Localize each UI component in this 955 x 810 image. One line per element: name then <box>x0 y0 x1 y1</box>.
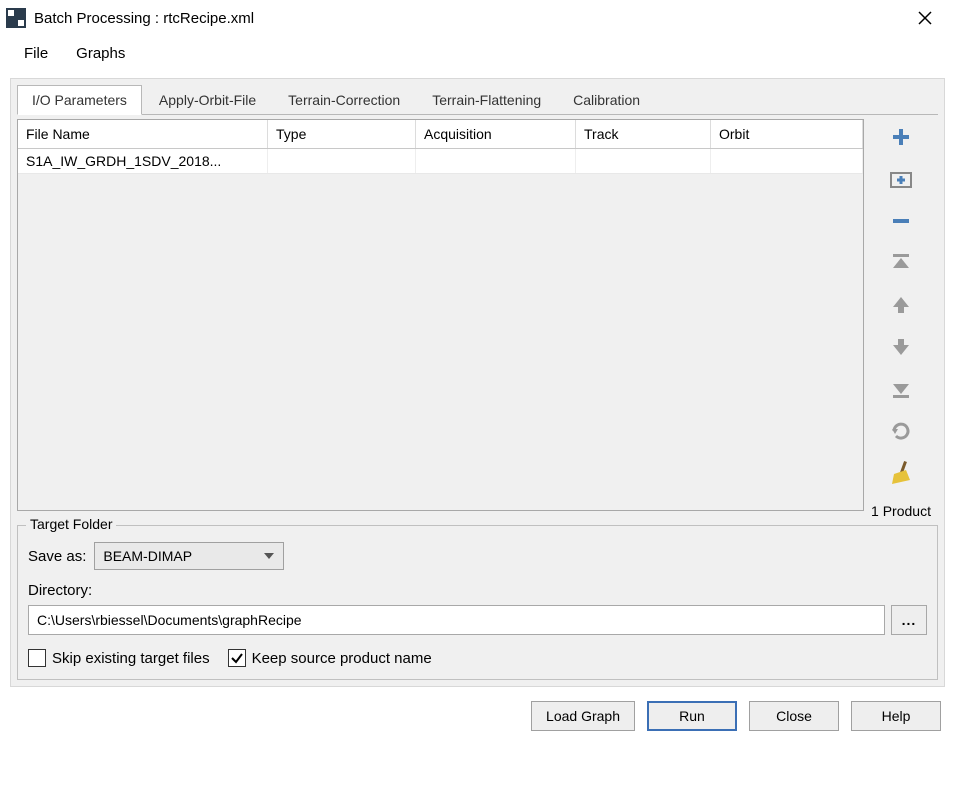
chevron-down-icon <box>263 552 275 560</box>
cell-filename: S1A_IW_GRDH_1SDV_2018... <box>18 149 268 173</box>
add-file-button[interactable] <box>887 123 915 151</box>
refresh-button[interactable] <box>887 417 915 445</box>
move-up-button[interactable] <box>887 291 915 319</box>
arrow-top-icon <box>890 252 912 274</box>
window-close-button[interactable] <box>905 3 945 33</box>
col-filename[interactable]: File Name <box>18 120 268 148</box>
table-header: File Name Type Acquisition Track Orbit <box>18 120 863 149</box>
cell-orbit <box>711 149 863 173</box>
check-icon <box>230 651 244 665</box>
titlebar: Batch Processing : rtcRecipe.xml <box>0 0 955 36</box>
target-folder-legend: Target Folder <box>26 516 116 532</box>
tab-terrain-correction[interactable]: Terrain-Correction <box>273 85 415 114</box>
remove-file-button[interactable] <box>887 207 915 235</box>
plus-icon <box>890 126 912 148</box>
tab-apply-orbit-file[interactable]: Apply-Orbit-File <box>144 85 271 114</box>
save-as-label: Save as: <box>28 548 86 565</box>
cell-acquisition <box>416 149 576 173</box>
table-row[interactable]: S1A_IW_GRDH_1SDV_2018... <box>18 149 863 174</box>
app-icon <box>6 8 26 28</box>
cell-type <box>268 149 416 173</box>
load-graph-button[interactable]: Load Graph <box>531 701 635 731</box>
run-button[interactable]: Run <box>647 701 737 731</box>
directory-label: Directory: <box>28 582 92 599</box>
add-folder-button[interactable] <box>887 165 915 193</box>
tab-calibration[interactable]: Calibration <box>558 85 655 114</box>
refresh-icon <box>890 420 912 442</box>
tab-io-parameters[interactable]: I/O Parameters <box>17 85 142 115</box>
arrow-down-icon <box>890 336 912 358</box>
menu-file[interactable]: File <box>10 39 62 68</box>
col-orbit[interactable]: Orbit <box>711 120 863 148</box>
keep-source-checkbox[interactable] <box>228 649 246 667</box>
skip-existing-checkbox[interactable] <box>28 649 46 667</box>
browse-button[interactable]: ... <box>891 605 927 635</box>
folder-plus-icon <box>889 167 913 191</box>
move-top-button[interactable] <box>887 249 915 277</box>
product-count: 1 Product <box>871 503 931 519</box>
clear-button[interactable] <box>887 459 915 487</box>
main-panel: I/O Parameters Apply-Orbit-File Terrain-… <box>10 78 945 687</box>
dialog-buttons: Load Graph Run Close Help <box>10 687 945 731</box>
arrow-up-icon <box>890 294 912 316</box>
help-button[interactable]: Help <box>851 701 941 731</box>
keep-source-label: Keep source product name <box>252 650 432 667</box>
menu-graphs[interactable]: Graphs <box>62 39 139 68</box>
move-down-button[interactable] <box>887 333 915 361</box>
col-acquisition[interactable]: Acquisition <box>416 120 576 148</box>
close-icon <box>918 11 932 25</box>
save-as-value: BEAM-DIMAP <box>103 548 192 564</box>
minus-icon <box>890 210 912 232</box>
close-button[interactable]: Close <box>749 701 839 731</box>
tab-strip: I/O Parameters Apply-Orbit-File Terrain-… <box>17 85 938 115</box>
move-bottom-button[interactable] <box>887 375 915 403</box>
side-toolbar: 1 Product <box>864 119 938 519</box>
broom-icon <box>890 460 912 486</box>
window-title: Batch Processing : rtcRecipe.xml <box>34 10 905 27</box>
skip-existing-label: Skip existing target files <box>52 650 210 667</box>
target-folder-group: Target Folder Save as: BEAM-DIMAP Direct… <box>17 525 938 680</box>
cell-track <box>576 149 711 173</box>
col-track[interactable]: Track <box>576 120 711 148</box>
tab-terrain-flattening[interactable]: Terrain-Flattening <box>417 85 556 114</box>
menubar: File Graphs <box>0 36 955 70</box>
col-type[interactable]: Type <box>268 120 416 148</box>
directory-input[interactable] <box>28 605 885 635</box>
file-table: File Name Type Acquisition Track Orbit S… <box>17 119 864 511</box>
arrow-bottom-icon <box>890 378 912 400</box>
save-as-select[interactable]: BEAM-DIMAP <box>94 542 284 570</box>
